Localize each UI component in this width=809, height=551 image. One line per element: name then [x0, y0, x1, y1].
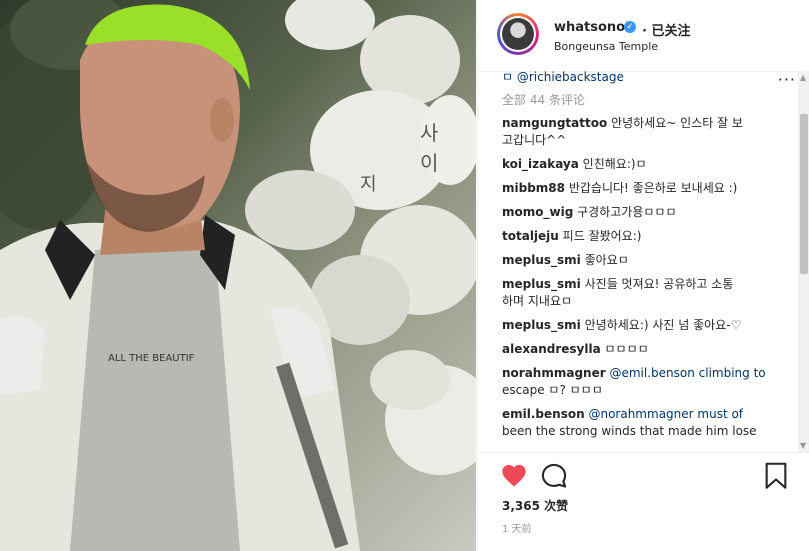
scrollbar-thumb[interactable]: [800, 114, 808, 274]
likes-count[interactable]: 3,365 次赞: [502, 497, 568, 514]
comment-username[interactable]: momo_wig: [502, 205, 573, 219]
comment-username[interactable]: meplus_smi: [502, 253, 581, 267]
list-item: norahmmagner @emil.benson climbing to: [478, 365, 796, 382]
list-item: 하며 지내요ㅁ: [478, 293, 796, 310]
list-item: momo_wig 구경하고가용ㅁㅁㅁ: [478, 204, 796, 221]
comment-text: 좋아요ㅁ: [584, 253, 629, 267]
list-item: meplus_smi 사진들 멋져요! 공유하고 소통: [478, 276, 796, 293]
post-photo[interactable]: 사 이 지 ALL THE BEAUTIF: [0, 0, 476, 551]
action-bar: [478, 460, 809, 494]
svg-text:사: 사: [420, 121, 438, 145]
all-comments-link[interactable]: 全部 44 条评论: [478, 86, 796, 115]
comment-username[interactable]: norahmmagner: [502, 366, 606, 380]
post-timestamp[interactable]: 1 天前: [502, 520, 532, 535]
comments-list: ㅁ @richiebackstage 全部 44 条评论 namgungtatt…: [478, 66, 796, 452]
list-item: alexandresylla ㅁㅁㅁㅁ: [478, 341, 796, 358]
list-item: emil.benson @norahmmagner must of: [478, 406, 796, 423]
svg-text:이: 이: [420, 151, 438, 175]
bookmark-icon[interactable]: [764, 462, 788, 490]
photo-illustration: 사 이 지 ALL THE BEAUTIF: [0, 0, 476, 551]
post-side-panel: whatsonot ✓ · 已关注 Bongeunsa Temple ㅁ @ri…: [477, 0, 809, 551]
comment-username[interactable]: mibbm88: [502, 181, 565, 195]
comments-scrollbar[interactable]: ▲ ▼: [798, 71, 809, 453]
comment-text: @emil.benson climbing to: [609, 366, 766, 380]
comment-text: been the strong winds that made him lose: [502, 424, 757, 438]
username-link[interactable]: whatsonot: [554, 20, 631, 35]
comment-text: 고갑니다^^: [502, 133, 567, 147]
list-item: koi_izakaya 인친해요:)ㅁ: [478, 156, 796, 173]
comment-text: 반갑습니다! 좋은하로 보내세요 :): [568, 181, 738, 195]
scroll-up-icon[interactable]: ▲: [800, 73, 808, 82]
comment-text: 사진들 멋져요! 공유하고 소통: [584, 277, 734, 291]
heart-icon[interactable]: [500, 462, 528, 490]
list-item: been the strong winds that made him lose: [478, 423, 796, 440]
comment-username[interactable]: alexandresylla: [502, 342, 601, 356]
comment-text: 안녕하세요:) 사진 넘 좋아요-♡: [584, 318, 742, 332]
comment-username[interactable]: namgungtattoo: [502, 116, 607, 130]
list-item: mibbm88 반갑습니다! 좋은하로 보내세요 :): [478, 180, 796, 197]
location-link[interactable]: Bongeunsa Temple: [554, 40, 658, 53]
more-icon[interactable]: ···: [778, 70, 796, 89]
list-item: namgungtattoo 안녕하세요~ 인스타 잘 보: [478, 115, 796, 132]
divider: [478, 452, 809, 453]
comment-username[interactable]: meplus_smi: [502, 277, 581, 291]
top-mention[interactable]: ㅁ @richiebackstage: [478, 66, 796, 86]
comment-username[interactable]: totaljeju: [502, 229, 559, 243]
comment-items: namgungtattoo 안녕하세요~ 인스타 잘 보 고갑니다^^ koi_…: [478, 115, 796, 440]
list-item: meplus_smi 안녕하세요:) 사진 넘 좋아요-♡: [478, 317, 796, 334]
list-item: totaljeju 피드 잘봤어요:): [478, 228, 796, 245]
svg-text:지: 지: [360, 174, 377, 195]
list-item: 고갑니다^^: [478, 132, 796, 149]
post-header: whatsonot ✓ · 已关注 Bongeunsa Temple: [478, 0, 809, 72]
list-item: meplus_smi 좋아요ㅁ: [478, 252, 796, 269]
avatar[interactable]: [497, 13, 539, 55]
verified-icon: ✓: [624, 21, 636, 33]
comment-username[interactable]: emil.benson: [502, 407, 585, 421]
comment-text: 인친해요:)ㅁ: [582, 157, 647, 171]
comment-text: escape ㅁ? ㅁㅁㅁ: [502, 383, 603, 397]
comment-username[interactable]: koi_izakaya: [502, 157, 579, 171]
comment-icon[interactable]: [540, 462, 568, 490]
comment-text: 구경하고가용ㅁㅁㅁ: [577, 205, 677, 219]
scroll-down-icon[interactable]: ▼: [800, 441, 808, 450]
comment-text: ㅁㅁㅁㅁ: [604, 342, 649, 356]
instagram-post: 사 이 지 ALL THE BEAUTIF whatsonot ✓ · 已关注 …: [0, 0, 809, 551]
comment-username[interactable]: meplus_smi: [502, 318, 581, 332]
comment-text: 피드 잘봤어요:): [562, 229, 642, 243]
comment-text: 안녕하세요~ 인스타 잘 보: [611, 116, 743, 130]
comment-text: 하며 지내요ㅁ: [502, 294, 573, 308]
follow-status[interactable]: · 已关注: [642, 20, 690, 39]
list-item: escape ㅁ? ㅁㅁㅁ: [478, 382, 796, 399]
comment-text: @norahmmagner must of: [588, 407, 744, 421]
shirt-print: ALL THE BEAUTIF: [108, 353, 195, 364]
